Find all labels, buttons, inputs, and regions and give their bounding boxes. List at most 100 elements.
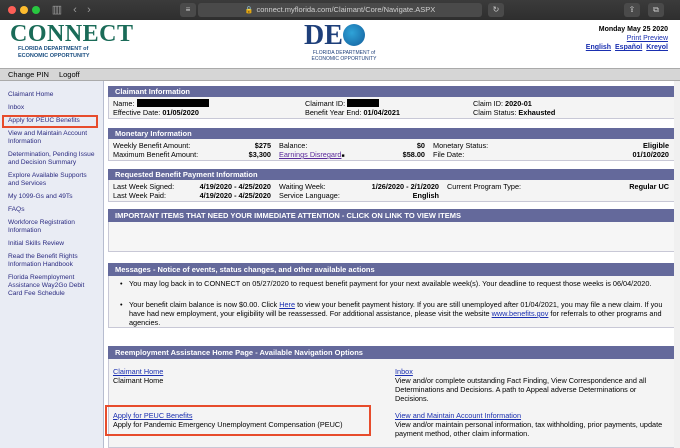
nav-inbox-desc: View and/or complete outstanding Fact Fi…: [395, 376, 647, 403]
connect-logo-word: CONNECT: [10, 21, 134, 47]
lock-icon: 🔒: [244, 7, 254, 14]
minimize-window-button[interactable]: [20, 6, 28, 14]
site-header: CONNECT FLORIDA DEPARTMENT of ECONOMIC O…: [0, 20, 680, 68]
sidebar-item-account-info[interactable]: View and Maintain Account Information: [0, 129, 103, 148]
messages-title: Messages - Notice of events, status chan…: [108, 263, 675, 276]
monetary-info-panel: Weekly Benefit Amount: $275 Maximum Bene…: [108, 139, 675, 161]
navigation-options-title: Reemployment Assistance Home Page - Avai…: [108, 346, 675, 359]
logoff-link[interactable]: Logoff: [59, 70, 80, 79]
sidebar-item-supports[interactable]: Explore Available Supports and Services: [0, 171, 103, 190]
close-window-button[interactable]: [8, 6, 16, 14]
effective-date-value: 01/05/2020: [162, 108, 199, 117]
earnings-disregard-value: $58.00: [402, 150, 425, 159]
last-week-paid-value: 4/19/2020 - 4/25/2020: [199, 191, 271, 200]
bullet-icon: •: [120, 300, 123, 309]
peuc-highlight-box: [105, 405, 371, 436]
monetary-info-title: Monetary Information: [108, 128, 675, 139]
message-2: • Your benefit claim balance is now $0.0…: [109, 300, 674, 327]
sidebar-icon[interactable]: ▥: [50, 4, 64, 16]
maximize-window-button[interactable]: [32, 6, 40, 14]
service-language-label: Service Language:: [279, 191, 340, 200]
forward-icon[interactable]: ›: [82, 4, 96, 16]
print-preview-link[interactable]: Print Preview: [584, 34, 668, 43]
browser-toolbar: ▥ ‹ › ≡ 🔒 connect.myflorida.com/Claimant/…: [0, 0, 680, 20]
share-icon[interactable]: ⇪: [624, 3, 640, 17]
tabs-icon[interactable]: ⧉: [648, 3, 664, 17]
sidebar-item-claimant-home[interactable]: Claimant Home: [0, 90, 103, 101]
sidebar-item-determination[interactable]: Determination, Pending Issue and Decisio…: [0, 150, 103, 169]
deo-logo-word: DE: [304, 20, 343, 51]
sidebar-item-handbook[interactable]: Read the Benefit Rights Information Hand…: [0, 252, 103, 271]
nav-claimant-home-link[interactable]: Claimant Home: [113, 367, 163, 376]
last-week-paid-label: Last Week Paid:: [113, 191, 166, 200]
lang-kreyol-link[interactable]: Kreyol: [646, 44, 668, 51]
main-content: Claimant Information Name: Claimant ID: …: [104, 81, 680, 448]
sidebar-item-skills[interactable]: Initial Skills Review: [0, 239, 103, 250]
effective-date-label: Effective Date:: [113, 108, 161, 117]
monetary-status-label: Monetary Status:: [433, 141, 489, 150]
program-type-value: Regular UC: [629, 182, 669, 191]
benefits-gov-link[interactable]: www.benefits.gov: [492, 309, 549, 318]
current-date: Monday May 25 2020: [598, 26, 668, 33]
sidebar-item-way2go[interactable]: Florida Reemployment Assistance Way2Go D…: [0, 273, 103, 300]
deo-logo: DE FLORIDA DEPARTMENT of ECONOMIC OPPORT…: [304, 22, 384, 64]
max-benefit-value: $3,300: [248, 150, 271, 159]
file-date-label: File Date:: [433, 150, 465, 159]
address-bar[interactable]: 🔒 connect.myflorida.com/Claimant/Core/Nav…: [198, 3, 482, 17]
sidebar-item-inbox[interactable]: Inbox: [0, 103, 103, 114]
url-text: connect.myflorida.com/Claimant/Core/Navi…: [256, 5, 436, 14]
language-links: English Español Kreyol: [584, 43, 668, 52]
claimant-info-panel: Name: Claimant ID: Claim ID: 2020-01 Eff…: [108, 97, 675, 119]
name-label: Name:: [113, 99, 135, 108]
reader-icon[interactable]: ≡: [180, 3, 196, 17]
top-nav: Change PIN Logoff: [0, 68, 680, 81]
lang-english-link[interactable]: English: [586, 44, 611, 51]
name-redacted: [136, 99, 209, 107]
change-pin-link[interactable]: Change PIN: [8, 70, 49, 79]
important-items-banner[interactable]: IMPORTANT ITEMS THAT NEED YOUR IMMEDIATE…: [108, 209, 675, 222]
earnings-info-icon[interactable]: ■: [341, 153, 344, 159]
earnings-disregard-link[interactable]: Earnings Disregard: [279, 150, 341, 159]
weekly-benefit-value: $275: [254, 141, 271, 150]
messages-panel: • You may log back in to CONNECT on 05/2…: [108, 276, 675, 328]
last-week-signed-label: Last Week Signed:: [113, 182, 175, 191]
important-items-panel: [108, 222, 675, 252]
nav-inbox-link[interactable]: Inbox: [395, 367, 413, 376]
last-week-signed-value: 4/19/2020 - 4/25/2020: [199, 182, 271, 191]
header-right: Monday May 25 2020 Print Preview English…: [584, 25, 668, 52]
requested-payment-panel: Last Week Signed: 4/19/2020 - 4/25/2020 …: [108, 180, 675, 202]
claimant-id-redacted: [347, 99, 380, 107]
message-1: • You may log back in to CONNECT on 05/2…: [109, 279, 674, 288]
connect-logo[interactable]: CONNECT FLORIDA DEPARTMENT of ECONOMIC O…: [10, 21, 134, 64]
nav-claimant-home-desc: Claimant Home: [113, 376, 164, 385]
lang-espanol-link[interactable]: Español: [615, 44, 642, 51]
browser-window: ▥ ‹ › ≡ 🔒 connect.myflorida.com/Claimant/…: [0, 0, 680, 448]
balance-value: $0: [416, 141, 425, 150]
program-type-label: Current Program Type:: [447, 182, 522, 191]
max-benefit-label: Maximum Benefit Amount:: [113, 150, 199, 159]
waiting-week-label: Waiting Week:: [279, 182, 326, 191]
sidebar-item-apply-peuc[interactable]: Apply for PEUC Benefits: [2, 115, 98, 128]
back-icon[interactable]: ‹: [68, 4, 82, 16]
bullet-icon: •: [120, 279, 123, 288]
monetary-status-value: Eligible: [643, 141, 669, 150]
claim-status-value: Exhausted: [518, 108, 556, 117]
sidebar-item-1099[interactable]: My 1099-Gs and 49Ts: [0, 192, 103, 203]
sidebar: Claimant Home Inbox Apply for PEUC Benef…: [0, 81, 104, 448]
benefit-year-end-value: 01/04/2021: [363, 108, 400, 117]
claimant-id-label: Claimant ID:: [305, 99, 346, 108]
payment-history-here-link[interactable]: Here: [279, 300, 295, 309]
refresh-icon[interactable]: ↻: [488, 3, 504, 17]
service-language-value: English: [412, 191, 439, 200]
sidebar-item-workforce[interactable]: Workforce Registration Information: [0, 218, 103, 237]
claim-id-label: Claim ID:: [473, 99, 503, 108]
waiting-week-value: 1/26/2020 - 2/1/2020: [371, 182, 439, 191]
weekly-benefit-label: Weekly Benefit Amount:: [113, 141, 191, 150]
balance-label: Balance:: [279, 141, 308, 150]
connect-logo-sub-2: ECONOMIC OPPORTUNITY: [18, 52, 90, 59]
page-scrollbar[interactable]: [674, 81, 680, 448]
nav-account-info-desc: View and/or maintain personal informatio…: [395, 420, 663, 438]
sidebar-item-faqs[interactable]: FAQs: [0, 205, 103, 216]
deo-globe-icon: [342, 24, 365, 46]
nav-account-info-link[interactable]: View and Maintain Account Information: [395, 411, 521, 420]
